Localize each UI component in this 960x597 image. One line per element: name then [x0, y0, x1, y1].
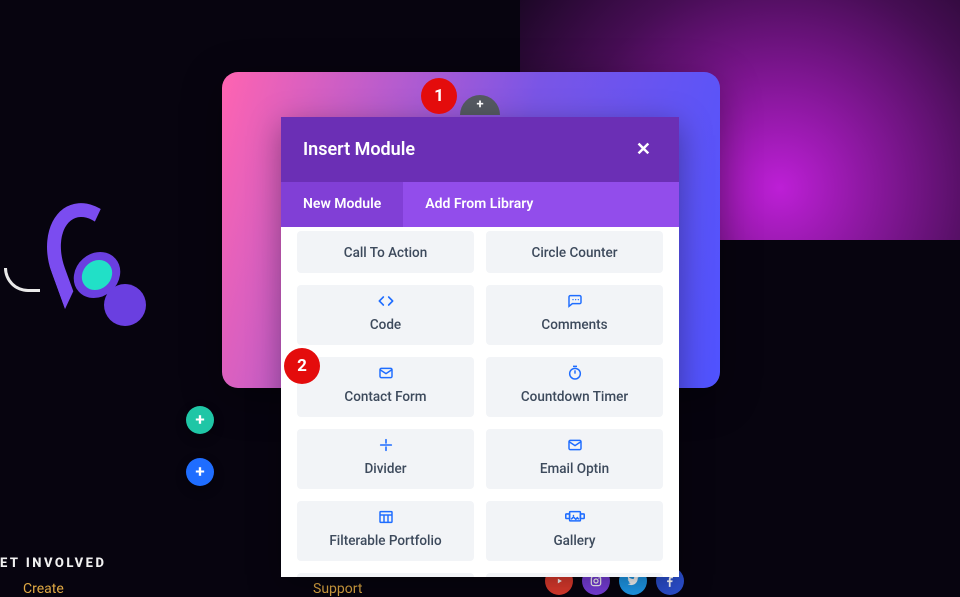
- timer-icon: [566, 365, 584, 385]
- module-gallery[interactable]: Gallery: [486, 501, 663, 561]
- add-row-button[interactable]: +: [186, 458, 214, 486]
- footer-heading: ET INVOLVED: [0, 556, 106, 571]
- close-icon[interactable]: ✕: [630, 135, 657, 164]
- module-label: Filterable Portfolio: [329, 533, 441, 549]
- code-icon: [377, 293, 395, 313]
- mail-icon: [377, 365, 395, 385]
- add-section-button[interactable]: +: [186, 406, 214, 434]
- module-label: Comments: [541, 317, 607, 333]
- module-circle-counter[interactable]: Circle Counter: [486, 231, 663, 273]
- module-filterable-portfolio[interactable]: Filterable Portfolio: [297, 501, 474, 561]
- module-call-to-action[interactable]: Call To Action: [297, 231, 474, 273]
- module-grid: Call To Action Circle Counter Code Comme…: [297, 227, 663, 577]
- module-label: Gallery: [553, 533, 595, 549]
- module-email-optin[interactable]: Email Optin: [486, 429, 663, 489]
- module-comments[interactable]: Comments: [486, 285, 663, 345]
- divider-icon: [377, 437, 395, 457]
- footer-link-support[interactable]: Support: [313, 581, 362, 597]
- insert-module-modal: Insert Module ✕ New Module Add From Libr…: [281, 117, 679, 577]
- module-contact-form[interactable]: Contact Form: [297, 357, 474, 417]
- module-divider[interactable]: Divider: [297, 429, 474, 489]
- module-peek-right[interactable]: [486, 573, 663, 577]
- modal-tabs: New Module Add From Library: [281, 182, 679, 227]
- module-label: Email Optin: [540, 461, 609, 477]
- module-label: Countdown Timer: [521, 389, 628, 405]
- comment-icon: [566, 293, 584, 313]
- module-label: Code: [370, 317, 401, 333]
- headphone-wire: [4, 268, 40, 292]
- module-peek-left[interactable]: [297, 573, 474, 577]
- module-label: Circle Counter: [532, 245, 618, 261]
- module-label: Call To Action: [344, 245, 427, 261]
- image-row-icon: [565, 509, 585, 529]
- mail-icon: [566, 437, 584, 457]
- grid-icon: [377, 509, 395, 529]
- headphones-illustration: [34, 190, 154, 330]
- footer-link-create[interactable]: Create: [23, 581, 64, 597]
- modal-body: Call To Action Circle Counter Code Comme…: [281, 227, 679, 577]
- modal-title: Insert Module: [303, 139, 415, 160]
- module-label: Divider: [364, 461, 406, 477]
- tab-new-module[interactable]: New Module: [281, 182, 403, 227]
- modal-header: Insert Module ✕: [281, 117, 679, 182]
- callout-1: 1: [421, 78, 457, 114]
- tab-add-from-library[interactable]: Add From Library: [403, 182, 679, 227]
- module-code[interactable]: Code: [297, 285, 474, 345]
- callout-2: 2: [284, 348, 320, 384]
- module-label: Contact Form: [344, 389, 426, 405]
- module-countdown-timer[interactable]: Countdown Timer: [486, 357, 663, 417]
